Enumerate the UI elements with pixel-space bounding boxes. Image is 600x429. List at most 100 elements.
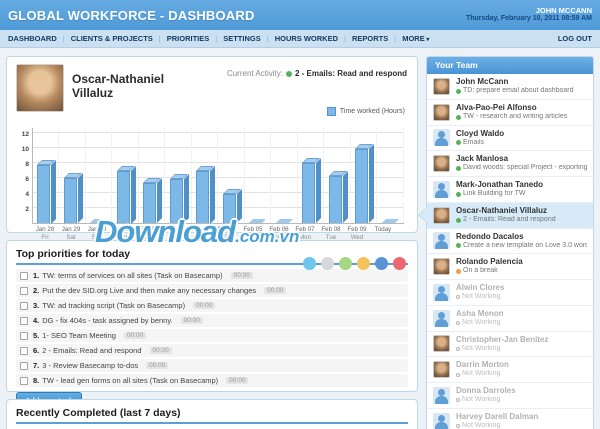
nav-item-clients-projects[interactable]: CLIENTS & PROJECTS <box>71 34 153 43</box>
team-member-info: Harvey Darell DalmanNot Working <box>456 412 538 429</box>
status-dot-icon <box>456 424 460 428</box>
task-checkbox[interactable] <box>20 272 28 280</box>
team-member-row[interactable]: Donna DarrolesNot Working <box>427 383 593 409</box>
bar-side-face <box>131 166 136 224</box>
status-dot-icon <box>456 269 461 274</box>
priority-color-dot[interactable] <box>303 257 316 270</box>
legend-swatch-icon <box>327 107 336 116</box>
status-dot-icon <box>456 321 460 325</box>
nav-separator: | <box>63 34 65 43</box>
team-header: Your Team <box>427 57 593 74</box>
team-member-status-text: Link Building for TW <box>463 190 526 199</box>
team-member-row[interactable]: Alwin CloresNot Working <box>427 280 593 306</box>
team-member-row[interactable]: Oscar-Nathaniel Villaluz2 - Emails: Read… <box>427 203 593 229</box>
team-member-status: 2 - Emails: Read and respond <box>456 216 556 225</box>
team-member-info: Redondo DacalosCreate a new template on … <box>456 232 587 251</box>
chart-bar-column <box>33 128 59 223</box>
header-user-name: JOHN MCCANN <box>466 6 592 15</box>
team-member-row[interactable]: Redondo DacalosCreate a new template on … <box>427 229 593 255</box>
priority-text: 1- SEO Team Meeting <box>42 331 116 340</box>
priority-row: 3.TW: ad tracking script (Task on Baseca… <box>16 299 408 312</box>
avatar <box>433 335 450 352</box>
priority-color-dot[interactable] <box>321 257 334 270</box>
team-member-info: Donna DarrolesNot Working <box>456 386 516 405</box>
nav-item-more[interactable]: MORE ▾ <box>402 34 429 43</box>
team-member-status-text: Emails <box>463 139 484 148</box>
team-member-row[interactable]: Harvey Darell DalmanNot Working <box>427 409 593 429</box>
team-member-info: Darrin MortonNot Working <box>456 360 509 379</box>
team-member-row[interactable]: Alva-Pao-Pei AlfonsoTW - research and wr… <box>427 100 593 126</box>
x-tick-date: Feb 05 <box>240 226 266 234</box>
nav-item-dashboard[interactable]: DASHBOARD <box>8 34 57 43</box>
chart-y-tick-label: 4 <box>25 191 29 198</box>
priority-color-dots <box>303 257 406 270</box>
team-member-row[interactable]: Cloyd WaldoEmails <box>427 126 593 152</box>
priority-text: TW - lead gen forms on all sites (Task o… <box>42 376 218 385</box>
task-checkbox[interactable] <box>20 332 28 340</box>
status-dot-icon <box>286 71 292 77</box>
avatar <box>433 104 450 121</box>
logout-link[interactable]: LOG OUT <box>558 34 592 43</box>
priority-text: DG - fix 404s - task assigned by benny. <box>42 316 172 325</box>
priority-color-dot[interactable] <box>339 257 352 270</box>
priority-number: 7. <box>33 361 39 370</box>
bar <box>37 165 50 224</box>
bar <box>64 178 77 223</box>
team-member-row[interactable]: Darrin MortonNot Working <box>427 357 593 383</box>
avatar <box>433 284 450 301</box>
team-member-status-text: On a break <box>463 267 498 276</box>
avatar <box>433 361 450 378</box>
priority-color-dot[interactable] <box>357 257 370 270</box>
team-member-row[interactable]: Jack ManlosaDavid woods: special Project… <box>427 151 593 177</box>
nav-separator: | <box>394 34 396 43</box>
team-member-row[interactable]: John McCannTD: prepare email about dashb… <box>427 74 593 100</box>
current-activity-label: Current Activity: <box>227 69 283 78</box>
bar <box>329 176 342 223</box>
nav-item-hours-worked[interactable]: HOURS WORKED <box>275 34 338 43</box>
status-dot-icon <box>456 243 461 248</box>
nav-separator: | <box>267 34 269 43</box>
team-member-name: John McCann <box>456 77 574 87</box>
team-member-row[interactable]: Asha MenonNot Working <box>427 306 593 332</box>
profile-panel: Oscar-Nathaniel Villaluz Current Activit… <box>6 56 418 233</box>
bar-side-face <box>78 173 83 223</box>
team-member-row[interactable]: Rolando PalenciaOn a break <box>427 254 593 280</box>
chart-bar-column <box>378 128 404 223</box>
team-member-status: TW - research and writing articles <box>456 113 567 122</box>
nav-item-settings[interactable]: SETTINGS <box>223 34 261 43</box>
team-member-row[interactable]: Christopher-Jan BenitezNot Working <box>427 332 593 358</box>
priority-color-dot[interactable] <box>393 257 406 270</box>
status-dot-icon <box>456 218 461 223</box>
task-checkbox[interactable] <box>20 317 28 325</box>
bar-side-face <box>316 158 321 223</box>
avatar <box>433 78 450 95</box>
team-member-status-text: Not Working <box>462 319 500 328</box>
priority-row: 5.1- SEO Team Meeting00:00 <box>16 329 408 342</box>
task-checkbox[interactable] <box>20 287 28 295</box>
bar-zero <box>249 219 266 223</box>
team-member-status-text: Not Working <box>462 293 500 302</box>
team-member-status-text: Not Working <box>462 396 500 405</box>
header-user-block: JOHN MCCANN Thursday, February 10, 2011 … <box>466 6 592 24</box>
bar-side-face <box>157 178 162 223</box>
team-member-status-text: David woods: special Project - exporting… <box>463 164 587 173</box>
task-checkbox[interactable] <box>20 377 28 385</box>
task-checkbox[interactable] <box>20 347 28 355</box>
chart-bar-column <box>219 128 245 223</box>
task-checkbox[interactable] <box>20 302 28 310</box>
team-member-name: Alwin Clores <box>456 283 504 293</box>
team-member-row[interactable]: Mark-Jonathan TanedoLink Building for TW <box>427 177 593 203</box>
completed-panel: Recently Completed (last 7 days) ✓add ar… <box>6 399 418 429</box>
team-member-status: Not Working <box>456 319 504 328</box>
x-tick-date: Today <box>370 226 396 234</box>
nav-item-reports[interactable]: REPORTS <box>352 34 388 43</box>
x-tick-date: Jan 31 <box>110 226 136 234</box>
nav-separator: | <box>215 34 217 43</box>
task-checkbox[interactable] <box>20 362 28 370</box>
priority-color-dot[interactable] <box>375 257 388 270</box>
team-member-status: Not Working <box>456 293 504 302</box>
nav-item-priorities[interactable]: PRIORITIES <box>167 34 210 43</box>
team-member-info: John McCannTD: prepare email about dashb… <box>456 77 574 96</box>
priority-row: 2.Put the dev SID.org Live and then make… <box>16 284 408 297</box>
chart-plot-area <box>32 128 404 224</box>
